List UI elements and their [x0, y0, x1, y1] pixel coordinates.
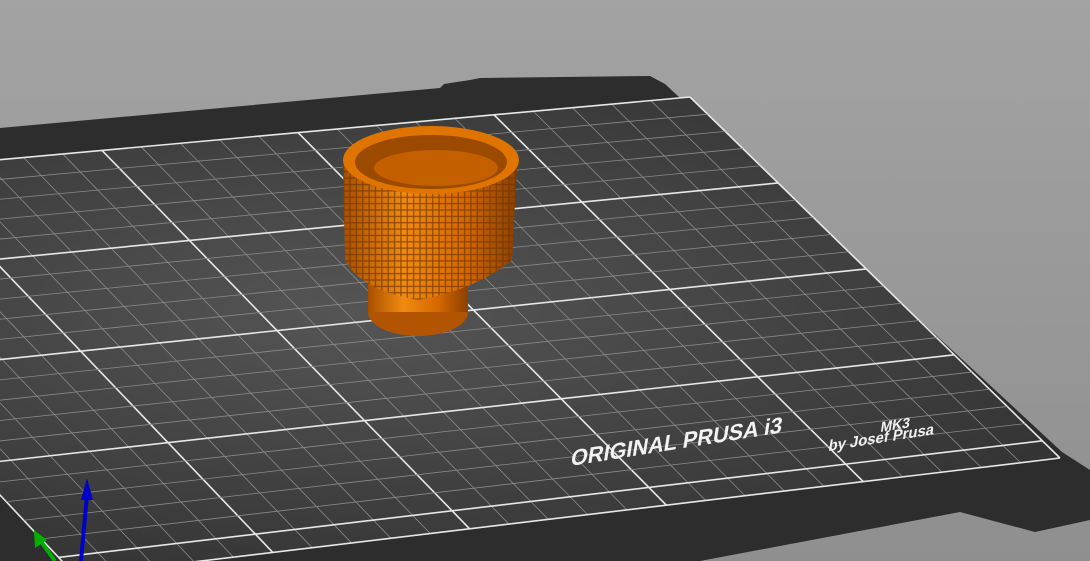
3d-viewport[interactable]: ORIGINAL PRUSA i3 MK3 by Josef Prusa	[0, 0, 1090, 561]
print-bed: ORIGINAL PRUSA i3 MK3 by Josef Prusa	[0, 76, 1090, 561]
